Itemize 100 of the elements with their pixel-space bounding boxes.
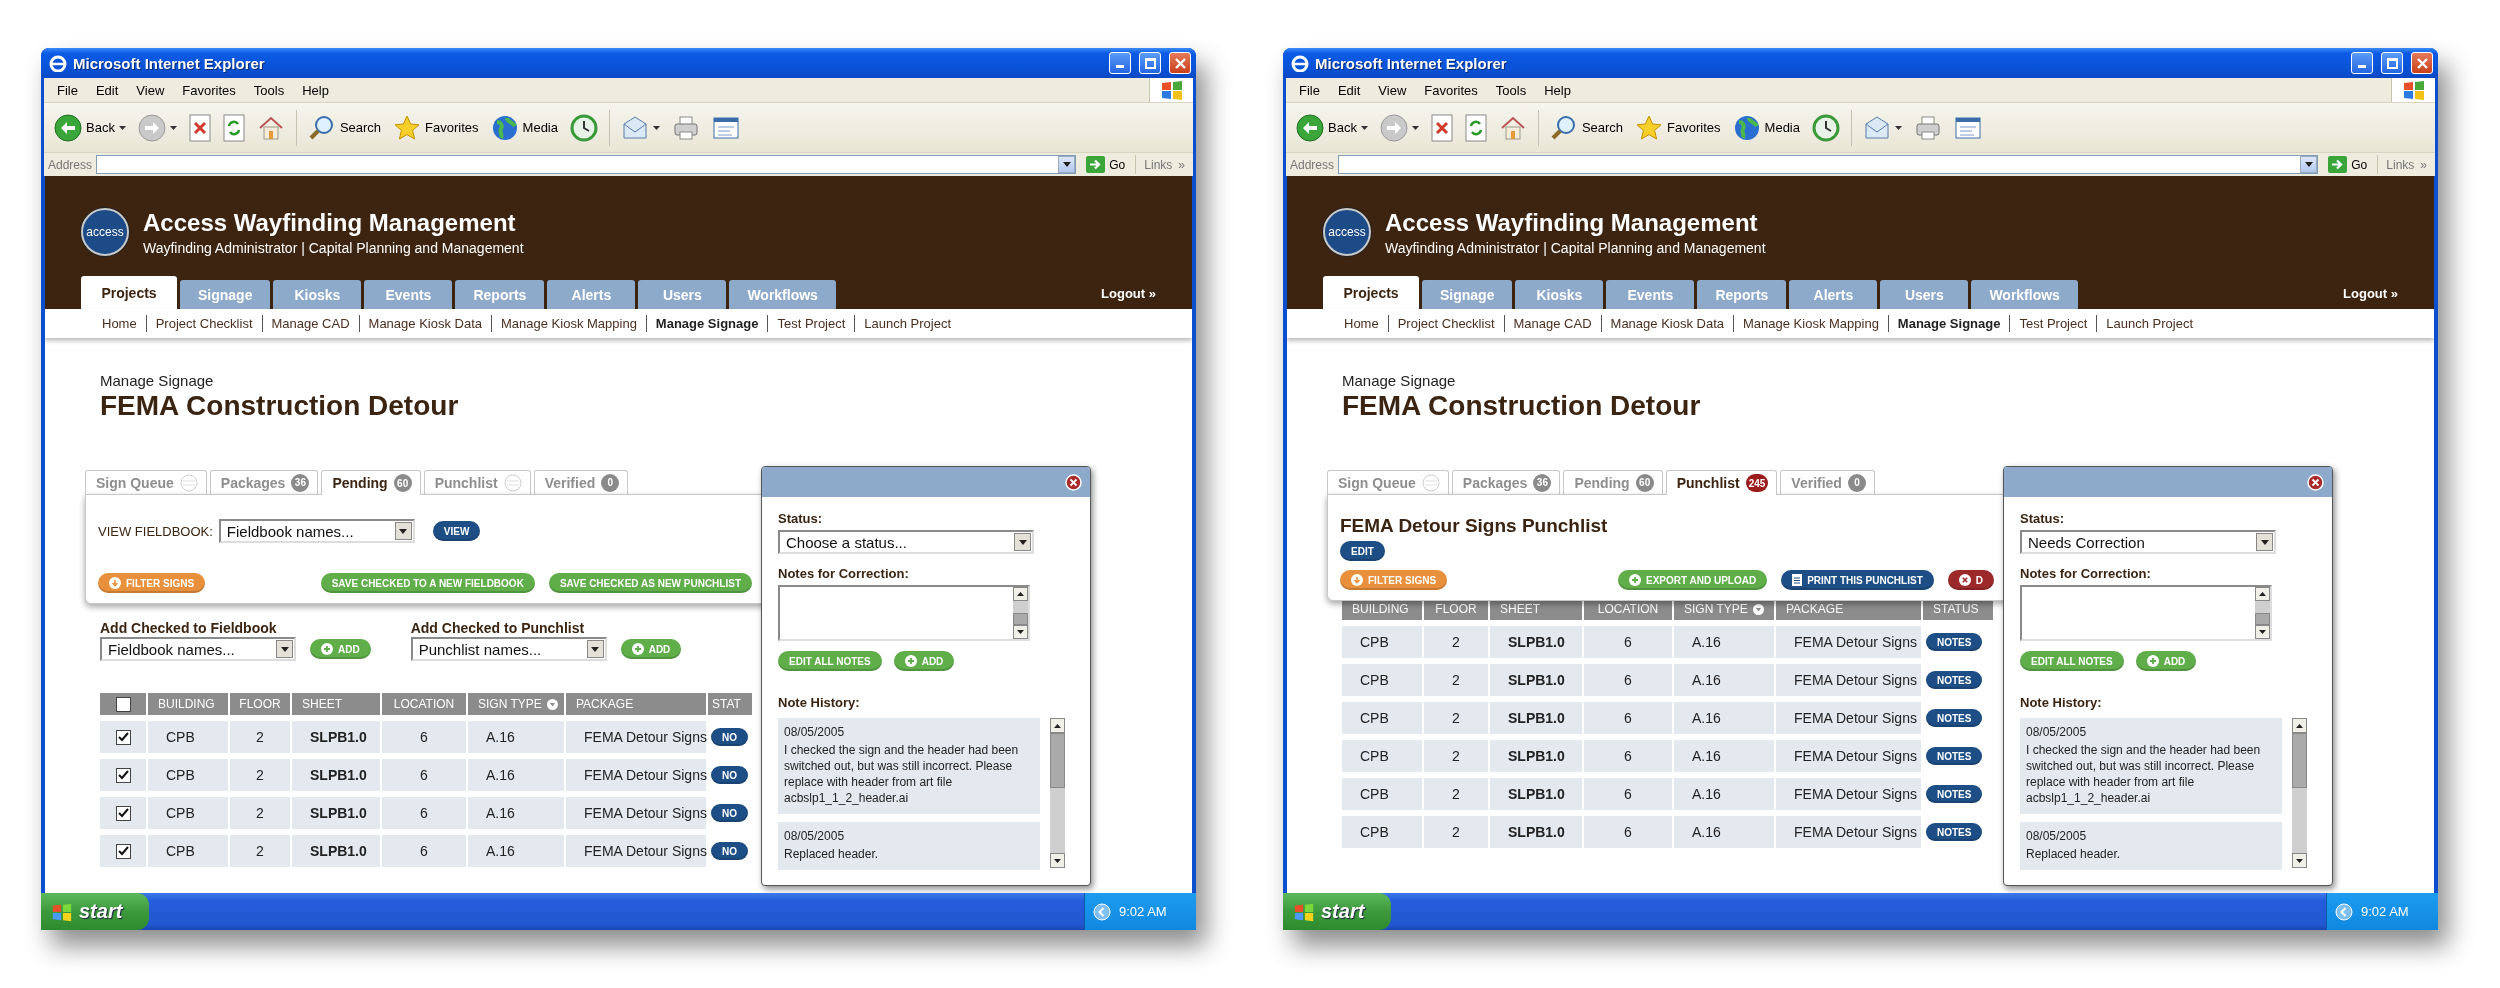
menu-item[interactable]: Edit (86, 82, 128, 98)
subnav-link[interactable]: Manage CAD (1504, 316, 1601, 331)
edit-button[interactable]: EDIT (1340, 541, 1385, 561)
notes-input-field[interactable] (2020, 585, 2272, 641)
close-button[interactable] (2411, 52, 2433, 74)
maximize-button[interactable] (2381, 52, 2403, 74)
menu-item[interactable]: Favorites (173, 82, 245, 98)
chevron-left-icon[interactable] (1093, 902, 1111, 921)
chevron-left-icon[interactable] (2335, 902, 2353, 921)
tab[interactable]: Punchlist 245 (1665, 470, 1778, 495)
go-button[interactable]: Go (2322, 156, 2374, 173)
arrow-down-icon[interactable] (2296, 858, 2303, 863)
maximize-button[interactable] (1139, 52, 1161, 74)
links-button[interactable]: Links » (2377, 155, 2431, 174)
arrow-up-icon[interactable] (2259, 592, 2266, 596)
menu-item[interactable]: File (48, 82, 87, 98)
back-button[interactable]: Back (1292, 107, 1372, 148)
print-button[interactable]: PRINT THIS PUNCHLIST (1781, 570, 1934, 590)
checkbox[interactable] (115, 805, 131, 821)
notes-button[interactable]: NO (711, 728, 748, 746)
scrollbar[interactable] (1050, 718, 1065, 868)
menu-item[interactable]: Tools (1486, 82, 1536, 98)
subnav-link[interactable]: Launch Project (2097, 316, 2203, 331)
checkbox[interactable] (115, 729, 131, 745)
subnav-link[interactable]: Manage Kiosk Data (1601, 316, 1733, 331)
checkbox[interactable] (115, 696, 131, 712)
arrow-down-icon[interactable] (1017, 630, 1024, 634)
close-button[interactable] (1169, 52, 1191, 74)
address-field[interactable] (1338, 155, 2319, 174)
logout-link[interactable]: Logout » (1101, 284, 1156, 301)
menu-item[interactable]: Edit (1328, 82, 1370, 98)
checkbox[interactable] (115, 843, 131, 859)
nav-tab[interactable]: Projects (81, 276, 177, 309)
scrollbar[interactable] (2292, 718, 2307, 868)
back-button[interactable]: Back (50, 107, 130, 148)
tab[interactable]: Pending 60 (321, 470, 421, 495)
menu-item[interactable]: Help (1535, 82, 1580, 98)
start-button[interactable]: start (1283, 893, 1391, 930)
menu-item[interactable]: Help (293, 82, 338, 98)
status-dropdown[interactable]: Needs Correction (2020, 530, 2276, 554)
subnav-link[interactable]: Project Checklist (146, 316, 262, 331)
arrow-up-icon[interactable] (1017, 592, 1024, 596)
view-button[interactable]: VIEW (432, 521, 481, 541)
scrollbar[interactable] (1013, 587, 1028, 639)
fieldbook-dropdown[interactable]: Fieldbook names... (218, 519, 415, 543)
menu-item[interactable]: Tools (244, 82, 294, 98)
notes-button[interactable]: NOTES (1926, 709, 1983, 727)
status-dropdown[interactable]: Choose a status... (778, 530, 1034, 554)
favorites-button[interactable]: Favorites (1631, 107, 1725, 148)
subnav-link[interactable]: Home (1335, 316, 1388, 331)
minimize-button[interactable] (2351, 52, 2373, 74)
scrollbar[interactable] (2255, 587, 2270, 639)
notes-button[interactable]: NO (711, 766, 748, 784)
media-button[interactable]: Media (486, 107, 562, 148)
notes-button[interactable]: NOTES (1926, 671, 1983, 689)
subnav-link[interactable]: Manage Kiosk Mapping (492, 316, 646, 331)
subnav-link[interactable]: Manage Kiosk Mapping (1734, 316, 1888, 331)
menu-item[interactable]: File (1290, 82, 1329, 98)
notes-button[interactable]: NOTES (1926, 785, 1983, 803)
checkbox[interactable] (115, 767, 131, 783)
search-button[interactable]: Search (303, 107, 386, 148)
favorites-button[interactable]: Favorites (389, 107, 483, 148)
subnav-link[interactable]: Manage Signage (1888, 316, 2010, 331)
arrow-down-icon[interactable] (1054, 858, 1061, 863)
start-button[interactable]: start (41, 893, 149, 930)
minimize-button[interactable] (1109, 52, 1131, 74)
menu-item[interactable]: Favorites (1415, 82, 1487, 98)
notes-input-field[interactable] (778, 585, 1030, 641)
arrow-up-icon[interactable] (1054, 723, 1061, 728)
sort-icon[interactable] (1752, 603, 1764, 615)
menu-item[interactable]: View (1369, 82, 1416, 98)
menu-item[interactable]: View (127, 82, 174, 98)
go-button[interactable]: Go (1080, 156, 1132, 173)
sort-icon[interactable] (546, 698, 558, 710)
links-button[interactable]: Links » (1135, 155, 1189, 174)
subnav-link[interactable]: Test Project (2010, 316, 2097, 331)
subnav-link[interactable]: Test Project (768, 316, 855, 331)
list-dropdown[interactable]: Punchlist names... (410, 637, 607, 661)
subnav-link[interactable]: Manage Kiosk Data (359, 316, 491, 331)
close-icon[interactable] (2307, 473, 2324, 491)
arrow-up-icon[interactable] (2296, 723, 2303, 728)
notes-button[interactable]: NOTES (1926, 747, 1983, 765)
notes-button[interactable]: NO (711, 804, 748, 822)
subnav-link[interactable]: Manage Signage (646, 316, 768, 331)
notes-button[interactable]: NO (711, 842, 748, 860)
subnav-link[interactable]: Launch Project (855, 316, 961, 331)
delete-button[interactable]: D (1947, 570, 1994, 590)
subnav-link[interactable]: Project Checklist (1388, 316, 1504, 331)
search-button[interactable]: Search (1545, 107, 1628, 148)
notes-button[interactable]: NOTES (1926, 633, 1983, 651)
notes-button[interactable]: NOTES (1926, 823, 1983, 841)
address-field[interactable] (96, 155, 1077, 174)
subnav-link[interactable]: Manage CAD (262, 316, 359, 331)
nav-tab[interactable]: Projects (1323, 276, 1419, 309)
logout-link[interactable]: Logout » (2343, 284, 2398, 301)
arrow-down-icon[interactable] (2259, 630, 2266, 634)
media-button[interactable]: Media (1728, 107, 1804, 148)
subnav-link[interactable]: Home (93, 316, 146, 331)
close-icon[interactable] (1065, 473, 1082, 491)
list-dropdown[interactable]: Fieldbook names... (100, 637, 296, 661)
